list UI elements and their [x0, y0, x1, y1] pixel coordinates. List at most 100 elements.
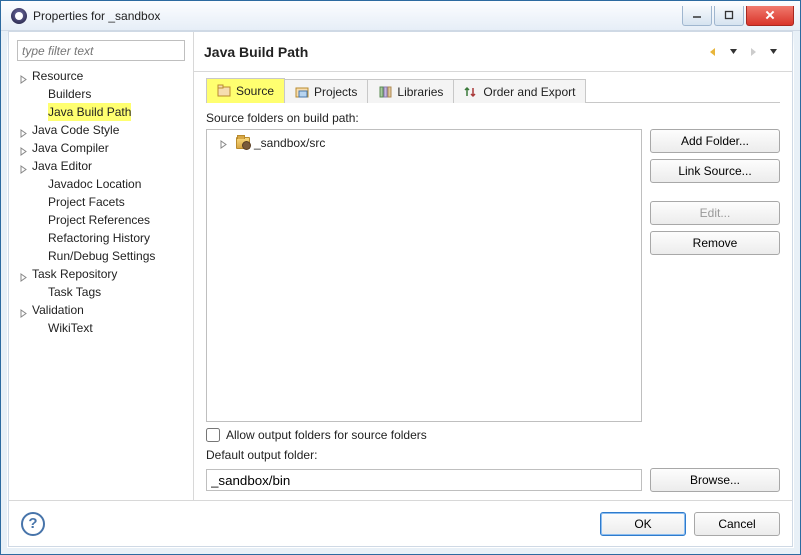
list-item-label: _sandbox/src [254, 136, 325, 150]
tree-item-label: Resource [32, 67, 83, 85]
tree-item-label: WikiText [48, 319, 93, 337]
tree-item-builders[interactable]: Builders [19, 85, 189, 103]
tree-item-label: Task Tags [48, 283, 101, 301]
expand-icon[interactable] [19, 305, 30, 316]
edit-button[interactable]: Edit... [650, 201, 780, 225]
settings-pane: Java Build Path Source Projects Libraries O… [194, 32, 792, 500]
expand-icon[interactable] [19, 71, 30, 82]
tab-source[interactable]: Source [206, 78, 285, 103]
back-menu-icon[interactable] [724, 43, 742, 61]
tree-item-project-references[interactable]: Project References [19, 211, 189, 229]
tab-projects[interactable]: Projects [284, 79, 368, 103]
source-panel: Source folders on build path: _sandbox/s… [206, 103, 780, 492]
tree-item-label: Java Editor [32, 157, 92, 175]
titlebar: Properties for _sandbox [1, 1, 800, 31]
forward-menu-icon[interactable] [764, 43, 782, 61]
category-tree-pane: ResourceBuildersJava Build PathJava Code… [9, 32, 194, 500]
link-source-button[interactable]: Link Source... [650, 159, 780, 183]
category-tree[interactable]: ResourceBuildersJava Build PathJava Code… [13, 67, 189, 494]
expand-icon [35, 215, 46, 226]
eclipse-icon [11, 8, 27, 24]
projects-icon [295, 85, 309, 99]
tree-item-java-build-path[interactable]: Java Build Path [19, 103, 189, 121]
tree-item-java-editor[interactable]: Java Editor [19, 157, 189, 175]
default-output-row: Browse... [206, 468, 780, 492]
back-button[interactable] [704, 43, 722, 61]
filter-input[interactable] [17, 40, 185, 61]
allow-output-checkbox-row: Allow output folders for source folders [206, 428, 780, 442]
expand-icon [35, 251, 46, 262]
expand-icon[interactable] [19, 125, 30, 136]
tree-item-project-facets[interactable]: Project Facets [19, 193, 189, 211]
tree-item-label: Run/Debug Settings [48, 247, 155, 265]
help-button[interactable]: ? [21, 512, 45, 536]
add-folder-button[interactable]: Add Folder... [650, 129, 780, 153]
tree-item-refactoring-history[interactable]: Refactoring History [19, 229, 189, 247]
tree-item-java-compiler[interactable]: Java Compiler [19, 139, 189, 157]
page-header: Java Build Path [194, 32, 792, 72]
source-folders-label: Source folders on build path: [206, 111, 780, 125]
tree-item-label: Java Compiler [32, 139, 109, 157]
tab-bar: Source Projects Libraries Order and Export [206, 78, 780, 103]
expand-icon[interactable] [219, 138, 230, 149]
source-area: _sandbox/src Add Folder... Link Source..… [206, 129, 780, 422]
tree-item-label: Javadoc Location [48, 175, 141, 193]
expand-icon [35, 179, 46, 190]
source-icon [217, 84, 231, 98]
list-item[interactable]: _sandbox/src [211, 134, 637, 152]
tab-label: Source [236, 84, 274, 98]
tree-item-label: Validation [32, 301, 84, 319]
tab-order-and-export[interactable]: Order and Export [453, 79, 586, 103]
expand-icon [35, 89, 46, 100]
tree-item-label: Refactoring History [48, 229, 150, 247]
tree-item-label: Project References [48, 211, 150, 229]
tree-item-label: Java Code Style [32, 121, 119, 139]
tab-libraries[interactable]: Libraries [367, 79, 454, 103]
tree-item-validation[interactable]: Validation [19, 301, 189, 319]
package-folder-icon [236, 137, 250, 149]
tab-label: Projects [314, 85, 357, 99]
expand-icon [35, 233, 46, 244]
default-output-field[interactable] [206, 469, 642, 491]
filter-box [17, 40, 185, 61]
tree-item-resource[interactable]: Resource [19, 67, 189, 85]
allow-output-checkbox[interactable] [206, 428, 220, 442]
close-button[interactable] [746, 6, 794, 26]
tree-item-javadoc-location[interactable]: Javadoc Location [19, 175, 189, 193]
dialog-content: ResourceBuildersJava Build PathJava Code… [8, 31, 793, 547]
tab-label: Order and Export [483, 85, 575, 99]
expand-icon[interactable] [19, 161, 30, 172]
page-nav [704, 43, 782, 61]
allow-output-label: Allow output folders for source folders [226, 428, 427, 442]
minimize-button[interactable] [682, 6, 712, 26]
expand-icon [35, 287, 46, 298]
output-section: Allow output folders for source folders … [206, 428, 780, 492]
window-title: Properties for _sandbox [33, 9, 682, 23]
tree-item-label: Java Build Path [48, 103, 131, 121]
browse-button[interactable]: Browse... [650, 468, 780, 492]
tree-item-label: Task Repository [32, 265, 117, 283]
tree-item-java-code-style[interactable]: Java Code Style [19, 121, 189, 139]
expand-icon[interactable] [19, 269, 30, 280]
ok-button[interactable]: OK [600, 512, 686, 536]
tree-item-wikitext[interactable]: WikiText [19, 319, 189, 337]
libraries-icon [378, 85, 392, 99]
remove-button[interactable]: Remove [650, 231, 780, 255]
expand-icon [35, 323, 46, 334]
page-body: SourceProjectsLibrariesOrder and Export … [194, 72, 792, 500]
maximize-button[interactable] [714, 6, 744, 26]
tree-item-label: Project Facets [48, 193, 125, 211]
expand-icon[interactable] [19, 143, 30, 154]
page-title: Java Build Path [204, 44, 308, 60]
dialog-footer: ? OK Cancel [9, 500, 792, 546]
source-buttons: Add Folder... Link Source... Edit... Rem… [650, 129, 780, 422]
source-folder-list[interactable]: _sandbox/src [206, 129, 642, 422]
forward-button[interactable] [744, 43, 762, 61]
tree-item-task-tags[interactable]: Task Tags [19, 283, 189, 301]
tree-item-label: Builders [48, 85, 91, 103]
expand-icon [35, 197, 46, 208]
properties-dialog: Properties for _sandbox ResourceBuilders… [0, 0, 801, 555]
cancel-button[interactable]: Cancel [694, 512, 780, 536]
tree-item-run-debug-settings[interactable]: Run/Debug Settings [19, 247, 189, 265]
tree-item-task-repository[interactable]: Task Repository [19, 265, 189, 283]
